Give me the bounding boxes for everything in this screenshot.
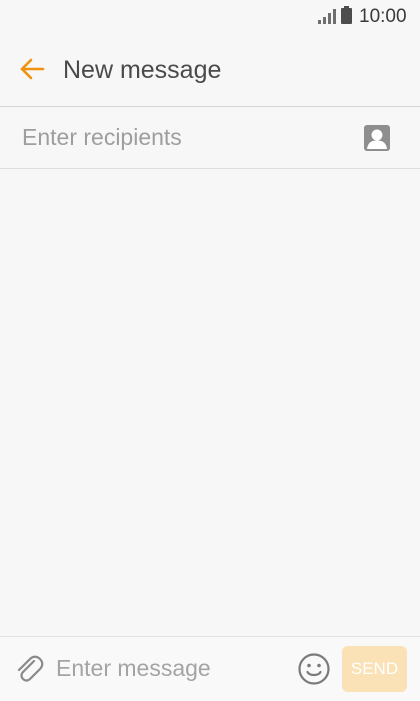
page-title: New message (63, 56, 222, 84)
status-time: 10:00 (359, 6, 407, 27)
arrow-left-icon (20, 58, 45, 80)
compose-bar: Enter message SEND (0, 636, 420, 701)
app-bar: New message (0, 34, 420, 107)
back-button[interactable] (14, 54, 50, 84)
status-bar: 10:00 (0, 0, 420, 34)
send-button[interactable]: SEND (342, 646, 407, 692)
emoji-icon[interactable] (297, 652, 331, 686)
recipients-input[interactable]: Enter recipients (22, 123, 182, 151)
battery-icon (341, 6, 352, 24)
signal-icon (318, 9, 336, 24)
contact-icon[interactable] (362, 123, 392, 153)
message-input[interactable]: Enter message (56, 654, 211, 682)
recipients-row: Enter recipients (0, 107, 420, 169)
paperclip-icon[interactable] (13, 653, 45, 685)
